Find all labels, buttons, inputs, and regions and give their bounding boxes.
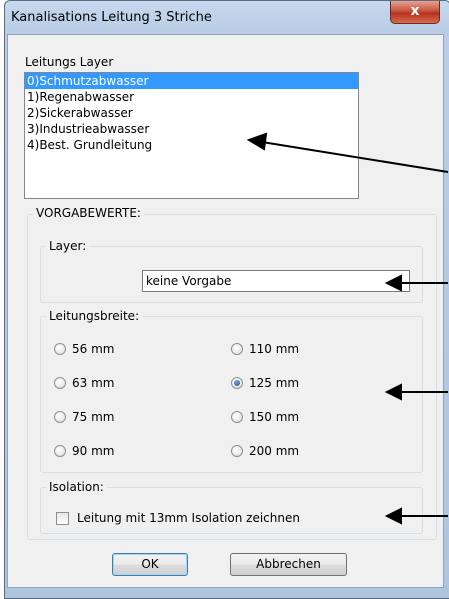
arrow-head-list [246,132,268,151]
arrow-head-layer [384,274,402,292]
arrow-head-isolation [384,507,402,525]
arrow-head-width [384,383,402,401]
arrow-line-list [261,141,449,173]
annotation-arrows [246,132,449,525]
